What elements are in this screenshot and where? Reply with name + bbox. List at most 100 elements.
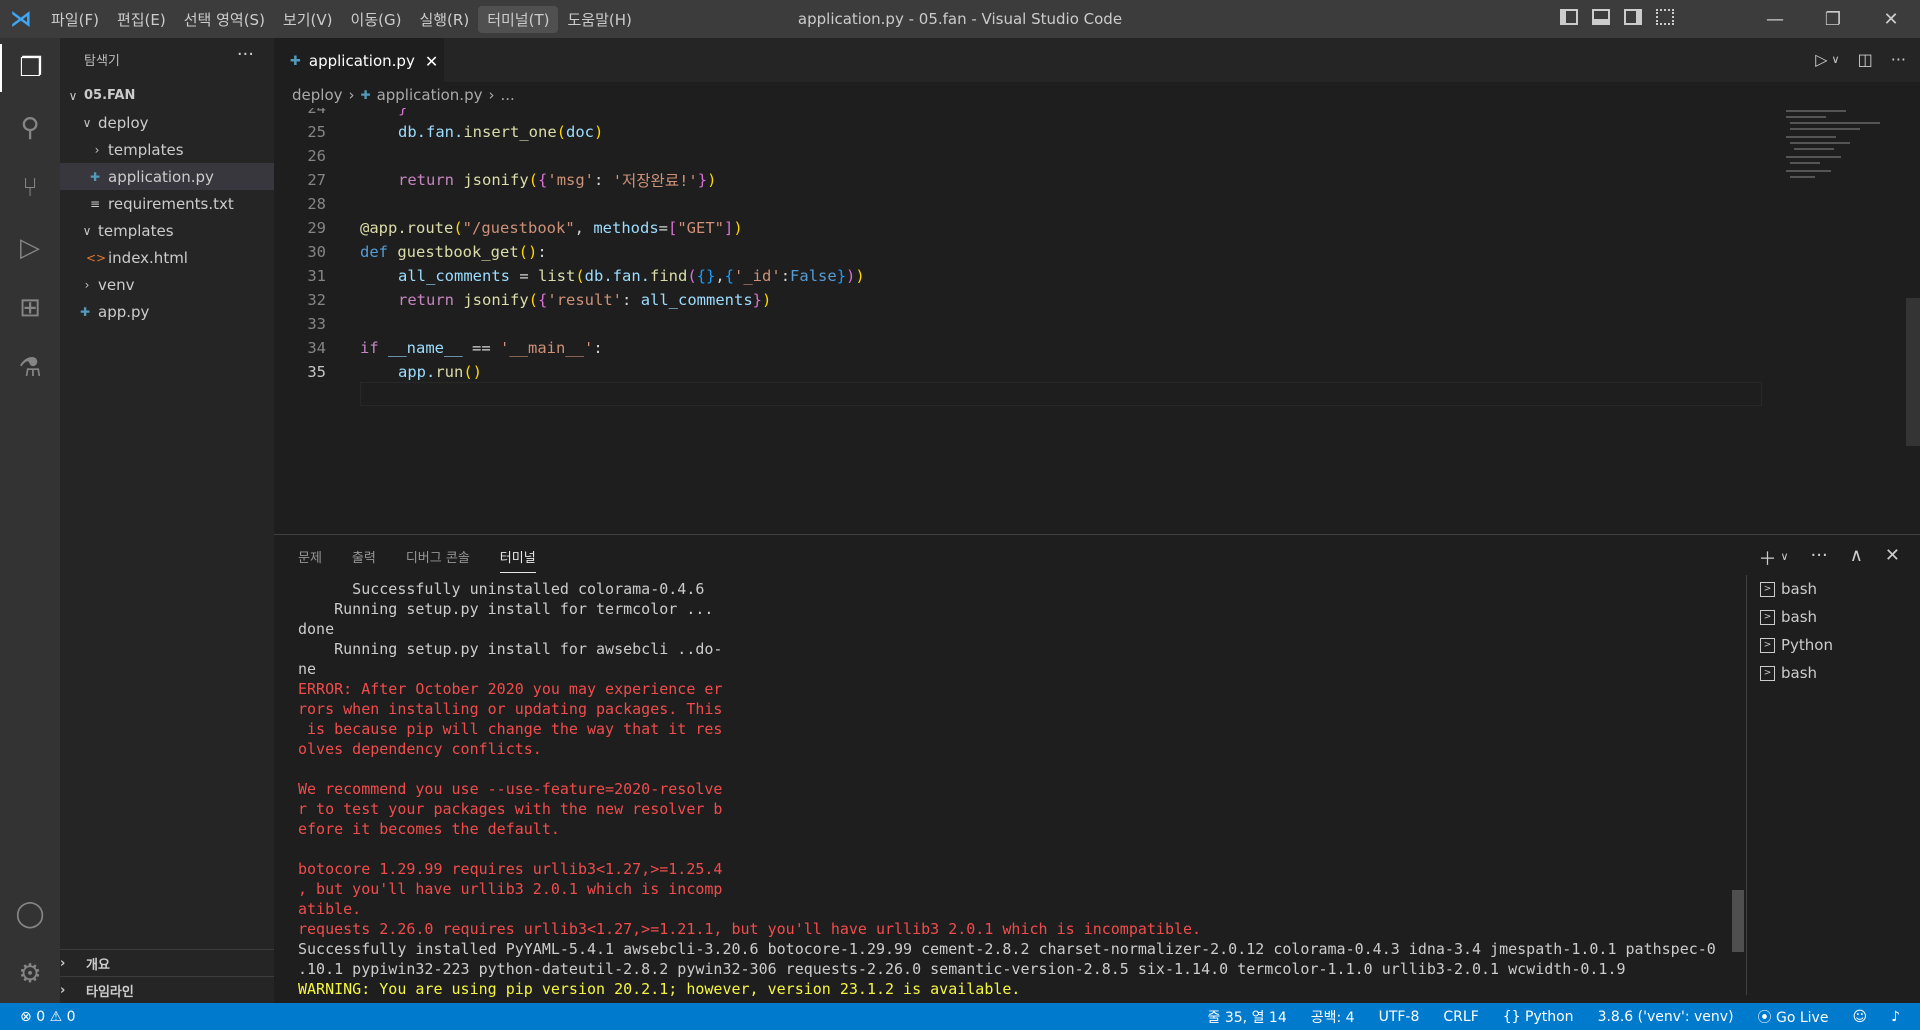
menu-bar: 파일(F) 편집(E) 선택 영역(S) 보기(V) 이동(G) 실행(R) 터…: [42, 0, 641, 38]
line-ending[interactable]: CRLF: [1443, 1009, 1478, 1025]
code-token: list: [537, 267, 576, 285]
code-token: }: [398, 108, 408, 117]
python-interpreter[interactable]: 3.8.6 ('venv': venv): [1598, 1009, 1734, 1025]
source-control-icon[interactable]: ⑂: [0, 164, 60, 212]
terminal-dropdown-chevron-icon[interactable]: ∨: [1780, 550, 1788, 571]
tree-item-label: app.py: [98, 302, 150, 321]
close-window-button[interactable]: ✕: [1862, 0, 1920, 38]
tab-application-py[interactable]: ✚ application.py ✕: [274, 38, 444, 83]
code-token: all_comments: [640, 291, 753, 309]
toggle-panel-icon[interactable]: [1592, 9, 1610, 25]
menu-run[interactable]: 실행(R): [410, 6, 478, 33]
terminal-output[interactable]: Successfully uninstalled colorama-0.4.6 …: [298, 579, 1738, 1003]
code-editor[interactable]: 24} 25 db.fan. insert_one(doc) 26 27 return…: [274, 108, 1920, 534]
code-token: ): [762, 291, 772, 309]
explorer-more-button[interactable]: ···: [237, 44, 254, 65]
workspace-root[interactable]: ∨ 05.FAN: [60, 82, 280, 109]
terminal-item-bash[interactable]: > bash: [1760, 659, 1920, 687]
breadcrumb-deploy[interactable]: deploy: [292, 86, 343, 104]
terminal-line: Successfully uninstalled colorama-0.4.6: [298, 580, 705, 598]
status-bar: ⊗ 0 ⚠ 0 줄 35, 열 14 공백: 4 UTF-8 CRLF {} P…: [0, 1003, 1920, 1030]
menu-view[interactable]: 보기(V): [274, 6, 342, 33]
toggle-secondary-sidebar-icon[interactable]: [1624, 9, 1642, 25]
run-python-file-icon[interactable]: ▷: [1815, 50, 1827, 69]
menu-go[interactable]: 이동(G): [342, 6, 411, 33]
code-token: {}: [696, 267, 716, 285]
terminal-line: atible.: [298, 900, 362, 918]
tab-terminal[interactable]: 터미널: [499, 547, 536, 573]
code-line: 35 app. run(): [274, 360, 1774, 384]
toggle-primary-sidebar-icon[interactable]: [1560, 9, 1578, 25]
run-dropdown-chevron-icon[interactable]: ∨: [1832, 53, 1840, 69]
indentation[interactable]: 공백: 4: [1311, 1007, 1355, 1027]
new-terminal-icon[interactable]: ＋: [1758, 545, 1776, 571]
run-debug-icon[interactable]: ▷: [0, 224, 60, 272]
search-icon[interactable]: ⚲: [0, 104, 60, 152]
settings-gear-icon[interactable]: ⚙: [0, 950, 60, 998]
feedback-icon[interactable]: ☺: [1852, 1009, 1867, 1025]
terminal-line: We recommend you use --use-feature=2020-…: [298, 780, 723, 798]
tree-item-requirements-txt[interactable]: ≡ requirements.txt: [60, 190, 300, 217]
breadcrumb-symbol[interactable]: ...: [500, 86, 514, 104]
tree-item-index-html[interactable]: <> index.html: [60, 244, 300, 271]
tree-item-label: venv: [98, 275, 135, 294]
maximize-panel-icon[interactable]: ∧: [1850, 545, 1863, 571]
customize-layout-icon[interactable]: [1656, 9, 1674, 25]
tree-item-app-py[interactable]: ✚ app.py: [60, 298, 290, 325]
restore-button[interactable]: ❐: [1804, 0, 1862, 38]
breadcrumb: deploy › ✚ application.py › ...: [274, 82, 1920, 108]
terminal-line: Successfully installed PyYAML-5.4.1 awse…: [298, 940, 1716, 958]
menu-edit[interactable]: 편집(E): [108, 6, 175, 33]
encoding[interactable]: UTF-8: [1379, 1009, 1420, 1025]
code-token: ,: [574, 219, 594, 237]
close-tab-icon[interactable]: ✕: [425, 52, 438, 71]
timeline-section[interactable]: › 타임라인: [60, 976, 274, 1003]
terminal-item-label: bash: [1781, 664, 1818, 682]
split-editor-icon[interactable]: ◫: [1858, 50, 1873, 69]
tree-item-application-py[interactable]: ✚ application.py: [60, 163, 300, 190]
language-label: Python: [1525, 1008, 1574, 1025]
outline-section[interactable]: › 개요: [60, 949, 274, 976]
explorer-title: 탐색기: [84, 54, 120, 69]
line-number: 32: [307, 291, 326, 309]
tab-output[interactable]: 출력: [352, 547, 376, 573]
terminal-scrollbar[interactable]: [1732, 890, 1744, 952]
language-mode[interactable]: {} Python: [1503, 1009, 1574, 1025]
notifications-bell-icon[interactable]: ♪: [1891, 1009, 1900, 1025]
editor-actions: ▷ ∨ ◫ ···: [1815, 50, 1906, 69]
more-actions-icon[interactable]: ···: [1891, 50, 1906, 69]
tree-item-label: templates: [108, 140, 184, 159]
code-token: }: [836, 267, 847, 285]
code-token: :: [594, 171, 613, 189]
minimize-button[interactable]: —: [1746, 0, 1804, 38]
menu-selection[interactable]: 선택 영역(S): [175, 6, 274, 33]
cursor-position[interactable]: 줄 35, 열 14: [1208, 1007, 1287, 1027]
extensions-icon[interactable]: ⊞: [0, 284, 60, 332]
more-actions-icon[interactable]: ···: [1811, 545, 1828, 571]
problems-status[interactable]: ⊗ 0 ⚠ 0: [20, 1009, 76, 1025]
tab-problems[interactable]: 문제: [298, 547, 322, 573]
vscode-logo-icon: ⋊: [10, 6, 32, 32]
tab-debug-console[interactable]: 디버그 콘솔: [406, 547, 470, 573]
explorer-icon[interactable]: ❐: [0, 44, 60, 92]
tree-item-label: templates: [98, 221, 174, 240]
menu-file[interactable]: 파일(F): [42, 6, 108, 33]
breadcrumb-file[interactable]: application.py: [377, 86, 483, 104]
close-panel-icon[interactable]: ✕: [1885, 545, 1900, 571]
tree-item-venv[interactable]: › venv: [60, 271, 294, 298]
minimap[interactable]: [1786, 108, 1906, 188]
tree-item-deploy-templates[interactable]: › templates: [60, 136, 304, 163]
menu-help[interactable]: 도움말(H): [558, 6, 640, 33]
terminal-item-label: bash: [1781, 608, 1818, 626]
editor-scrollbar[interactable]: [1906, 298, 1920, 446]
terminal-item-bash[interactable]: > bash: [1760, 575, 1920, 603]
menu-terminal[interactable]: 터미널(T): [478, 5, 559, 33]
tree-item-templates[interactable]: ∨ templates: [60, 217, 294, 244]
braces-icon: {}: [1502, 1008, 1521, 1025]
tree-item-deploy[interactable]: ∨ deploy: [60, 109, 294, 136]
account-icon[interactable]: ◯: [0, 890, 60, 938]
go-live-button[interactable]: ⦿ Go Live: [1758, 1007, 1829, 1027]
testing-icon[interactable]: ⚗: [0, 344, 60, 392]
terminal-item-python[interactable]: > Python: [1760, 631, 1920, 659]
terminal-item-bash[interactable]: > bash: [1760, 603, 1920, 631]
